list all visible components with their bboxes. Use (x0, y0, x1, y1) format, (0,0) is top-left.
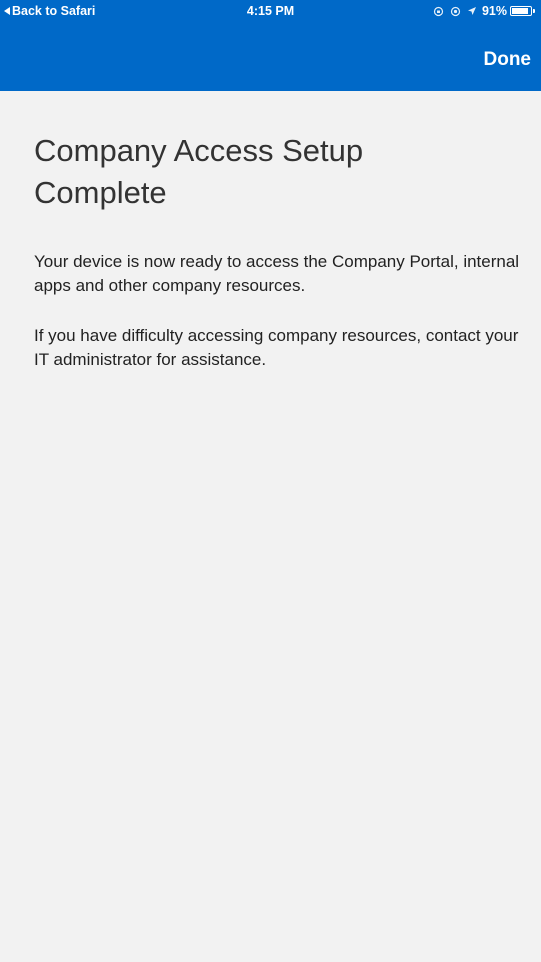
done-button[interactable]: Done (484, 49, 532, 71)
app-header: Back to Safari 4:15 PM 91% Done (0, 0, 541, 91)
battery-fill (512, 8, 528, 14)
battery-percentage: 91% (481, 4, 507, 18)
location-icon (450, 6, 461, 17)
orientation-lock-icon (433, 6, 444, 17)
assistance-message: If you have difficulty accessing company… (34, 326, 519, 369)
battery-tip-icon (533, 9, 535, 13)
main-content: Company Access Setup Complete Your devic… (34, 130, 529, 372)
status-bar: Back to Safari 4:15 PM 91% (0, 0, 541, 22)
battery-icon (510, 6, 532, 16)
ready-message: Your device is now ready to access the C… (34, 252, 520, 295)
page-title: Company Access Setup Complete (34, 133, 364, 210)
location-arrow-icon (467, 6, 477, 16)
status-indicators: 91% (427, 0, 535, 22)
